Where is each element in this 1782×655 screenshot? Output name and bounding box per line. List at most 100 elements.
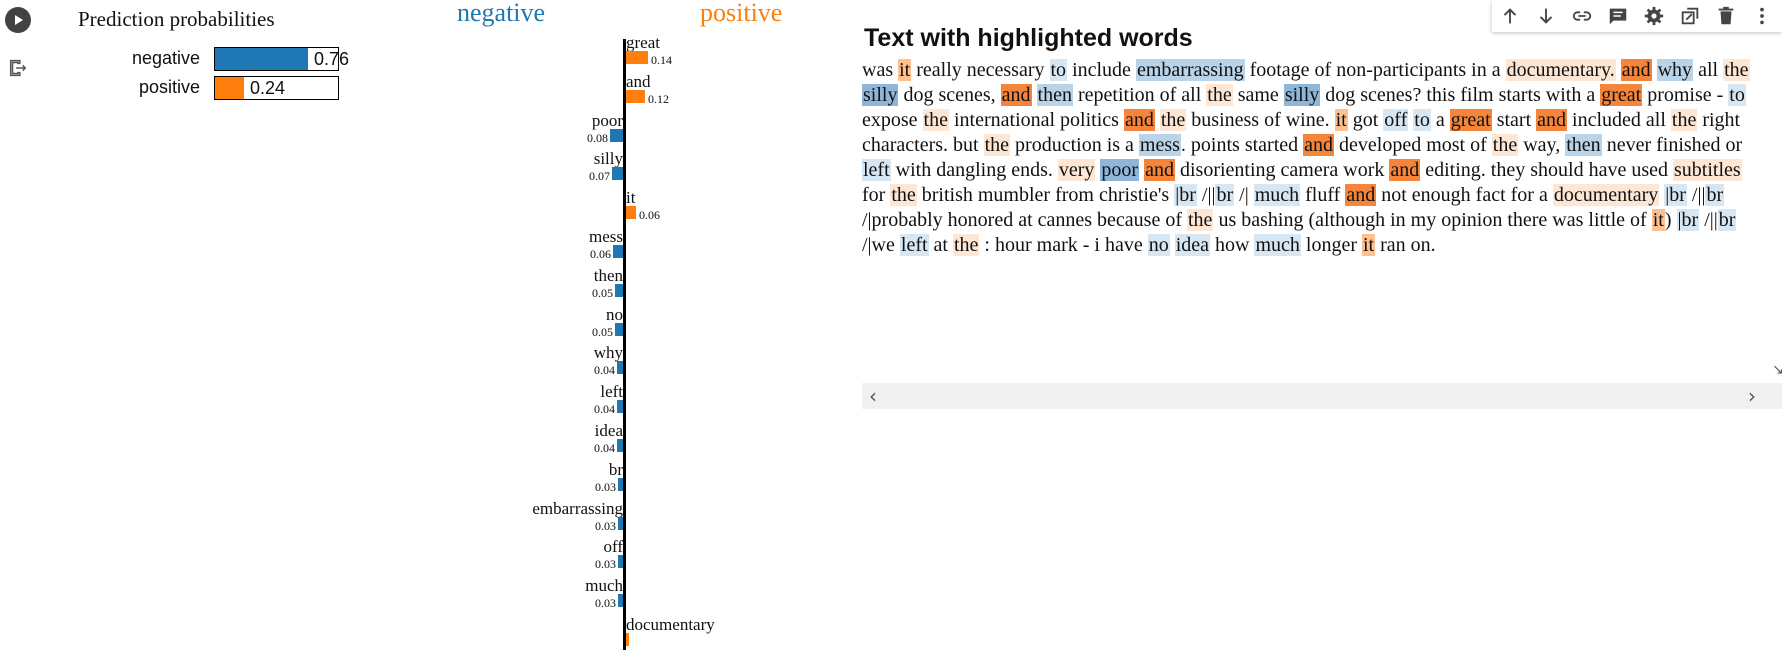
mirror-cell-icon (1681, 7, 1699, 25)
feature-word: great (626, 33, 660, 52)
cell-toolbar (1492, 0, 1782, 32)
scroll-left-arrow[interactable]: ‹ (869, 384, 877, 408)
plain-text: with dangling ends. (890, 159, 1058, 181)
plain-text (1170, 234, 1175, 256)
plain-text (1032, 84, 1037, 106)
highlighted-word: why (1656, 59, 1694, 81)
feature-row-much: much 0.03 (0, 576, 760, 616)
feature-weight: 0.04 (594, 441, 615, 455)
plain-text: a (1430, 109, 1450, 131)
comment-button[interactable] (1600, 0, 1636, 32)
feature-row-off: off 0.03 (0, 537, 760, 577)
highlighted-word: |br (1174, 184, 1197, 206)
move-down-button[interactable] (1528, 0, 1564, 32)
highlighted-word: silly (862, 84, 899, 106)
plain-text (1652, 59, 1657, 81)
feature-bar (626, 51, 648, 64)
highlighted-word: and (1389, 159, 1421, 181)
highlighted-word: subtitles (1672, 159, 1742, 181)
plain-text: got (1347, 109, 1384, 131)
highlighted-word: it (898, 59, 912, 81)
highlighted-word: and (1123, 109, 1155, 131)
highlighted-word: and (1000, 84, 1032, 106)
horizontal-scrollbar[interactable]: ‹ › (862, 383, 1782, 409)
plain-text: british mumbler from christie's (916, 184, 1175, 206)
plain-text: promise - (1642, 84, 1729, 106)
more-options-button[interactable] (1744, 0, 1780, 32)
highlighted-word: and (1536, 109, 1568, 131)
feature-bar (618, 516, 623, 530)
arrow-down-icon (1539, 8, 1553, 24)
plain-text (1616, 59, 1621, 81)
comment-icon (1609, 8, 1627, 25)
plain-text: /|| (1196, 184, 1216, 206)
feature-row-no: no 0.05 (0, 305, 760, 345)
feature-word: it (626, 188, 636, 208)
highlighted-word: |br (1676, 209, 1700, 231)
feature-weight: 0.06 (590, 247, 611, 261)
highlighted-word: much (1254, 234, 1301, 256)
more-vert-icon (1760, 7, 1764, 25)
gear-icon (1644, 6, 1664, 26)
move-up-button[interactable] (1492, 0, 1528, 32)
feature-row-documentary: documentary (0, 615, 760, 655)
highlighted-word: left (862, 159, 891, 181)
highlighted-word: to (1413, 109, 1431, 131)
feature-weight: 0.03 (595, 596, 616, 611)
settings-button[interactable] (1636, 0, 1672, 32)
plain-text: never finished or (1601, 134, 1743, 156)
plain-text: /|probably honored at cannes because of (862, 209, 1187, 231)
highlighted-word: it (1334, 109, 1348, 131)
link-button[interactable] (1564, 0, 1600, 32)
scroll-right-arrow[interactable]: › (1748, 384, 1756, 408)
plain-text: /| (1234, 184, 1254, 206)
prediction-probabilities-title: Prediction probabilities (78, 7, 275, 31)
feature-bar (617, 400, 623, 414)
highlighted-word: it (1362, 234, 1376, 256)
feature-bar (613, 245, 623, 258)
highlighted-word: then (1565, 134, 1602, 156)
plain-text: /|| (1686, 184, 1706, 206)
feature-word: left (600, 382, 623, 402)
plain-text: footage of non-participants in a (1244, 59, 1506, 81)
plain-text: for (862, 184, 891, 206)
feature-word: poor (591, 110, 623, 130)
feature-word: embarrassing (532, 498, 623, 518)
plain-text: at (928, 234, 953, 256)
feature-weight: 0.03 (595, 479, 616, 494)
highlighted-word: the (1187, 209, 1214, 231)
feature-weight: 0.06 (639, 208, 660, 223)
highlighted-word: it (1651, 209, 1665, 231)
highlighted-word: then (1036, 84, 1073, 106)
run-cell-button[interactable] (5, 7, 31, 33)
plain-text: same (1232, 84, 1284, 106)
highlighted-text-body: was it really necessary to include embar… (862, 58, 1762, 258)
delete-button[interactable] (1708, 0, 1744, 32)
feature-row-idea: idea 0.04 (0, 421, 760, 461)
arrow-up-icon (1503, 8, 1517, 24)
plain-text: repetition of all (1072, 84, 1207, 106)
feature-bar (617, 361, 623, 375)
mirror-cell-button[interactable] (1672, 0, 1708, 32)
feature-bar (617, 439, 623, 452)
plain-text: all (1693, 59, 1724, 81)
feature-word: why (593, 343, 623, 363)
highlighted-word: to (1728, 84, 1746, 106)
trash-icon (1718, 6, 1734, 25)
feature-word: then (593, 265, 623, 285)
highlighted-word: no (1147, 234, 1170, 256)
plain-text: was (862, 59, 899, 81)
plain-text: . points started (1180, 134, 1304, 156)
plain-text: /|we (862, 234, 900, 256)
feature-weight: 0.05 (592, 285, 613, 300)
highlighted-word: idea (1174, 234, 1211, 256)
feature-row-poor: poor 0.08 (0, 111, 760, 151)
resize-handle-icon[interactable]: ↘ (1772, 362, 1782, 378)
plain-text: developed most of (1334, 134, 1492, 156)
plain-text: dog scenes? this film starts with a (1320, 84, 1601, 106)
feature-word: silly (593, 149, 623, 169)
highlighted-word: left (899, 234, 929, 256)
highlighted-text-title: Text with highlighted words (864, 24, 1193, 52)
plain-text: fluff (1300, 184, 1346, 206)
plain-text: ) (1664, 209, 1677, 231)
